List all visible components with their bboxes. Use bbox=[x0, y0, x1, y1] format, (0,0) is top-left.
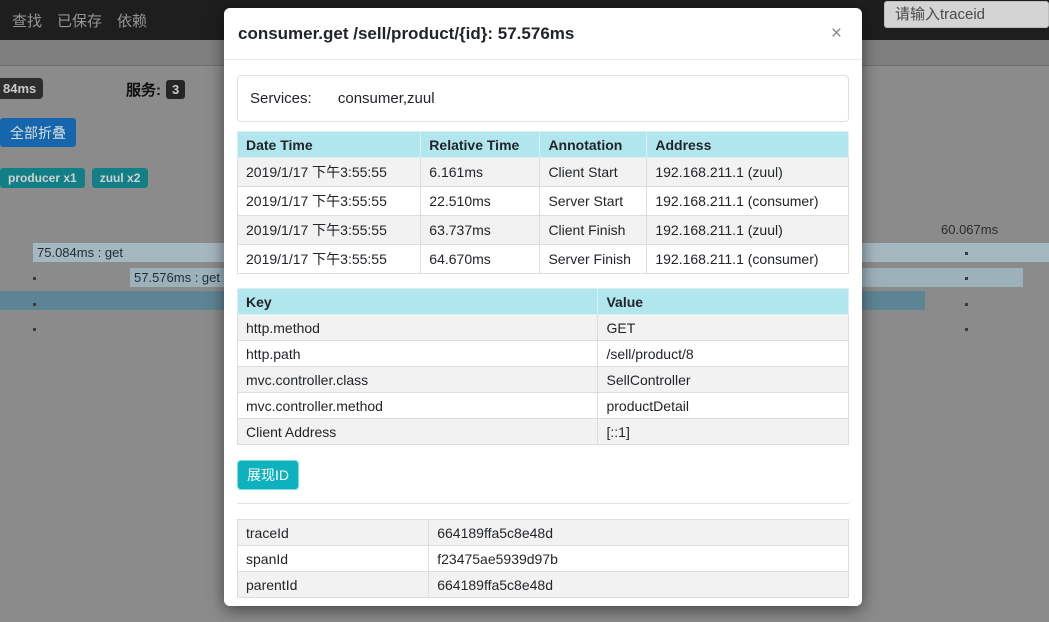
table-cell: 192.168.211.1 (zuul) bbox=[647, 158, 849, 187]
table-cell: 22.510ms bbox=[421, 187, 540, 216]
table-row: traceId664189ffa5c8e48d bbox=[238, 520, 849, 546]
table-cell: Server Start bbox=[540, 187, 647, 216]
annotations-header-row: Date TimeRelative TimeAnnotationAddress bbox=[238, 132, 849, 158]
nav-item-dependencies[interactable]: 依赖 bbox=[117, 10, 147, 31]
table-cell: 63.737ms bbox=[421, 216, 540, 245]
table-row: 2019/1/17 下午3:55:5564.670msServer Finish… bbox=[238, 245, 849, 274]
table-cell: traceId bbox=[238, 520, 429, 546]
services-box-value: consumer,zuul bbox=[338, 90, 435, 107]
tags-table: KeyValue http.methodGEThttp.path/sell/pr… bbox=[237, 288, 849, 445]
table-row: 2019/1/17 下午3:55:5563.737msClient Finish… bbox=[238, 216, 849, 245]
traceid-input[interactable] bbox=[884, 1, 1049, 28]
table-cell: /sell/product/8 bbox=[598, 341, 849, 367]
table-cell: 664189ffa5c8e48d bbox=[429, 520, 849, 546]
table-cell: Server Finish bbox=[540, 245, 647, 274]
annotations-table: Date TimeRelative TimeAnnotationAddress … bbox=[237, 131, 849, 274]
tags-header-row: KeyValue bbox=[238, 289, 849, 315]
table-cell: SellController bbox=[598, 367, 849, 393]
table-row: mvc.controller.classSellController bbox=[238, 367, 849, 393]
table-cell: GET bbox=[598, 315, 849, 341]
column-header: Value bbox=[598, 289, 849, 315]
table-row: 2019/1/17 下午3:55:556.161msClient Start19… bbox=[238, 158, 849, 187]
services-count-label: 服务: bbox=[126, 79, 161, 100]
modal-body: Services: consumer,zuul Date TimeRelativ… bbox=[224, 60, 862, 598]
table-row: http.methodGET bbox=[238, 315, 849, 341]
column-header: Date Time bbox=[238, 132, 421, 158]
nav-item-find[interactable]: 查找 bbox=[12, 10, 42, 31]
column-header: Relative Time bbox=[421, 132, 540, 158]
column-header: Annotation bbox=[540, 132, 647, 158]
table-cell: spanId bbox=[238, 546, 429, 572]
services-count-badge: 3 bbox=[166, 80, 185, 99]
table-cell: 6.161ms bbox=[421, 158, 540, 187]
nav-item-saved[interactable]: 已保存 bbox=[57, 10, 102, 31]
table-row: http.path/sell/product/8 bbox=[238, 341, 849, 367]
timeline-tick-dot bbox=[965, 303, 968, 306]
modal-header: consumer.get /sell/product/{id}: 57.576m… bbox=[224, 8, 862, 60]
table-cell: productDetail bbox=[598, 393, 849, 419]
service-tag-producer[interactable]: producer x1 bbox=[0, 168, 85, 188]
table-cell: 2019/1/17 下午3:55:55 bbox=[238, 187, 421, 216]
table-row: mvc.controller.methodproductDetail bbox=[238, 393, 849, 419]
timeline-tick-dot bbox=[33, 277, 36, 280]
table-cell: Client Address bbox=[238, 419, 598, 445]
table-cell: 2019/1/17 下午3:55:55 bbox=[238, 216, 421, 245]
table-row: parentId664189ffa5c8e48d bbox=[238, 572, 849, 598]
table-cell: Client Finish bbox=[540, 216, 647, 245]
service-tag-row: producer x1 zuul x2 bbox=[0, 168, 148, 188]
timeline-tick-dot bbox=[965, 277, 968, 280]
table-cell: mvc.controller.method bbox=[238, 393, 598, 419]
table-cell: http.method bbox=[238, 315, 598, 341]
table-cell: mvc.controller.class bbox=[238, 367, 598, 393]
span-detail-modal: consumer.get /sell/product/{id}: 57.576m… bbox=[224, 8, 862, 606]
collapse-all-button[interactable]: 全部折叠 bbox=[0, 118, 76, 147]
timeline-tick-dot bbox=[965, 252, 968, 255]
timeline-tick-dot bbox=[33, 328, 36, 331]
table-cell: Client Start bbox=[540, 158, 647, 187]
table-row: spanIdf23475ae5939d97b bbox=[238, 546, 849, 572]
table-cell: 192.168.211.1 (consumer) bbox=[647, 187, 849, 216]
table-cell: http.path bbox=[238, 341, 598, 367]
services-count-group: 服务: 3 bbox=[126, 79, 185, 100]
table-cell: 2019/1/17 下午3:55:55 bbox=[238, 245, 421, 274]
modal-title: consumer.get /sell/product/{id}: 57.576m… bbox=[238, 24, 825, 44]
table-row: Client Address[::1] bbox=[238, 419, 849, 445]
column-header: Address bbox=[647, 132, 849, 158]
services-box: Services: consumer,zuul bbox=[237, 75, 849, 122]
services-box-label: Services: bbox=[250, 90, 312, 107]
ids-table: traceId664189ffa5c8e48dspanIdf23475ae593… bbox=[237, 519, 849, 598]
table-row: 2019/1/17 下午3:55:5522.510msServer Start1… bbox=[238, 187, 849, 216]
table-cell: 192.168.211.1 (consumer) bbox=[647, 245, 849, 274]
timeline-tick-label: 60.067ms bbox=[941, 222, 998, 237]
table-cell: 192.168.211.1 (zuul) bbox=[647, 216, 849, 245]
table-cell: [::1] bbox=[598, 419, 849, 445]
table-cell: f23475ae5939d97b bbox=[429, 546, 849, 572]
column-header: Key bbox=[238, 289, 598, 315]
service-tag-zuul[interactable]: zuul x2 bbox=[92, 168, 149, 188]
trace-duration-badge: 84ms bbox=[0, 78, 43, 99]
table-cell: parentId bbox=[238, 572, 429, 598]
modal-divider bbox=[237, 503, 849, 504]
timeline-tick-dot bbox=[33, 303, 36, 306]
table-cell: 2019/1/17 下午3:55:55 bbox=[238, 158, 421, 187]
table-cell: 664189ffa5c8e48d bbox=[429, 572, 849, 598]
close-icon[interactable]: × bbox=[825, 22, 848, 45]
show-ids-button[interactable]: 展现ID bbox=[237, 460, 299, 490]
table-cell: 64.670ms bbox=[421, 245, 540, 274]
timeline-tick-dot bbox=[965, 328, 968, 331]
